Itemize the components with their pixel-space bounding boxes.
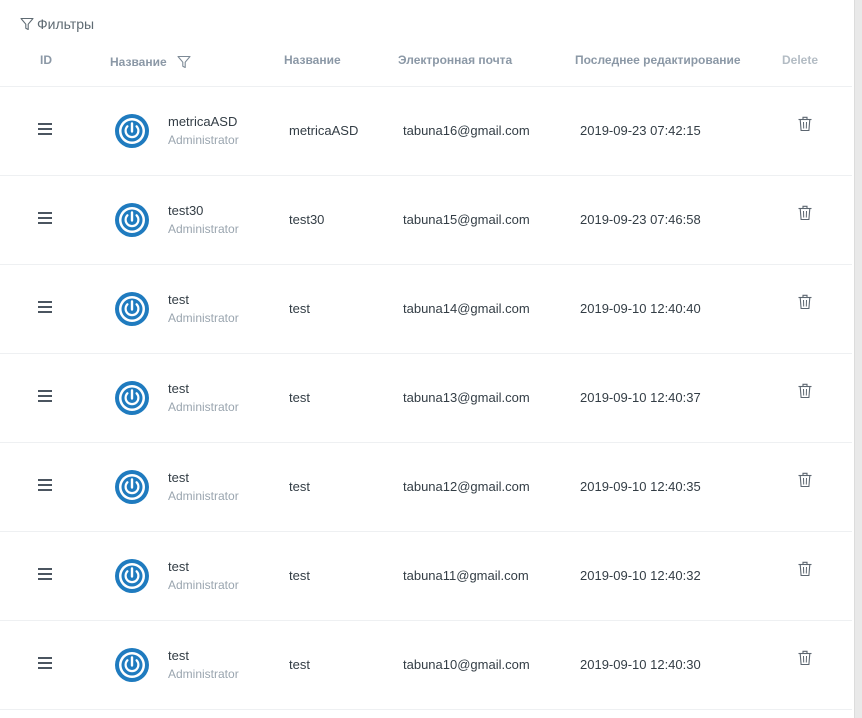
cell-last-edited: 2019-09-10 12:40:35 xyxy=(580,479,701,494)
cell-name: test xyxy=(289,568,310,583)
user-name-link[interactable]: test xyxy=(168,292,189,307)
user-name-link[interactable]: test xyxy=(168,381,189,396)
column-header-name-label: Название xyxy=(110,55,167,69)
user-name-link[interactable]: test xyxy=(168,470,189,485)
trash-icon[interactable] xyxy=(798,294,812,312)
filters-label: Фильтры xyxy=(37,16,95,32)
trash-icon[interactable] xyxy=(798,561,812,579)
trash-icon[interactable] xyxy=(798,650,812,668)
table-row: test Administrator test tabuna13@gmail.c… xyxy=(0,354,852,443)
power-icon xyxy=(115,381,149,415)
power-icon xyxy=(115,203,149,237)
filter-icon[interactable] xyxy=(177,55,191,69)
power-icon xyxy=(115,559,149,593)
table-row: test Administrator test tabuna11@gmail.c… xyxy=(0,532,852,621)
drag-handle-icon[interactable] xyxy=(38,301,52,313)
cell-name: test xyxy=(289,657,310,672)
power-icon xyxy=(115,114,149,148)
user-role: Administrator xyxy=(168,489,239,503)
table-row: test30 Administrator test30 tabuna15@gma… xyxy=(0,176,852,265)
user-name-link[interactable]: test xyxy=(168,648,189,663)
cell-name: test xyxy=(289,479,310,494)
cell-email: tabuna16@gmail.com xyxy=(403,123,530,138)
user-name-link[interactable]: metricaASD xyxy=(168,114,237,129)
user-role: Administrator xyxy=(168,133,239,147)
scrollbar[interactable] xyxy=(854,0,862,718)
drag-handle-icon[interactable] xyxy=(38,568,52,580)
cell-last-edited: 2019-09-10 12:40:37 xyxy=(580,390,701,405)
user-name-link[interactable]: test30 xyxy=(168,203,203,218)
user-role: Administrator xyxy=(168,400,239,414)
column-header-id[interactable]: ID xyxy=(40,53,52,67)
table-row: test Administrator test tabuna10@gmail.c… xyxy=(0,621,852,710)
cell-email: tabuna13@gmail.com xyxy=(403,390,530,405)
cell-email: tabuna11@gmail.com xyxy=(403,568,529,583)
user-name-link[interactable]: test xyxy=(168,559,189,574)
trash-icon[interactable] xyxy=(798,205,812,223)
column-header-name[interactable]: Название xyxy=(110,55,191,69)
cell-last-edited: 2019-09-23 07:42:15 xyxy=(580,123,701,138)
cell-name: test30 xyxy=(289,212,325,227)
column-header-email[interactable]: Электронная почта xyxy=(398,53,512,67)
power-icon xyxy=(115,470,149,504)
column-header-delete: Delete xyxy=(782,53,819,67)
cell-name: test xyxy=(289,301,310,316)
drag-handle-icon[interactable] xyxy=(38,657,52,669)
cell-email: tabuna15@gmail.com xyxy=(403,212,530,227)
column-header-last-edited[interactable]: Последнее редактирование xyxy=(575,53,741,67)
user-role: Administrator xyxy=(168,222,239,236)
cell-last-edited: 2019-09-10 12:40:40 xyxy=(580,301,701,316)
filter-icon xyxy=(20,17,34,31)
user-role: Administrator xyxy=(168,311,239,325)
trash-icon[interactable] xyxy=(798,472,812,490)
cell-name: metricaASD xyxy=(289,123,359,138)
filters-button[interactable]: Фильтры xyxy=(20,16,94,32)
table-row: test Administrator test tabuna14@gmail.c… xyxy=(0,265,852,354)
user-role: Administrator xyxy=(168,667,239,681)
drag-handle-icon[interactable] xyxy=(38,479,52,491)
cell-name: test xyxy=(289,390,310,405)
trash-icon[interactable] xyxy=(798,116,812,134)
table-header: ID Название Название Электронная почта П… xyxy=(0,48,852,87)
user-role: Administrator xyxy=(168,578,239,592)
drag-handle-icon[interactable] xyxy=(38,212,52,224)
table-row: test Administrator test tabuna12@gmail.c… xyxy=(0,443,852,532)
table-row: metricaASD Administrator metricaASD tabu… xyxy=(0,87,852,176)
cell-email: tabuna10@gmail.com xyxy=(403,657,530,672)
cell-last-edited: 2019-09-10 12:40:30 xyxy=(580,657,701,672)
power-icon xyxy=(115,648,149,682)
cell-last-edited: 2019-09-23 07:46:58 xyxy=(580,212,701,227)
drag-handle-icon[interactable] xyxy=(38,123,52,135)
cell-email: tabuna12@gmail.com xyxy=(403,479,530,494)
cell-email: tabuna14@gmail.com xyxy=(403,301,530,316)
power-icon xyxy=(115,292,149,326)
trash-icon[interactable] xyxy=(798,383,812,401)
cell-last-edited: 2019-09-10 12:40:32 xyxy=(580,568,701,583)
drag-handle-icon[interactable] xyxy=(38,390,52,402)
column-header-name-2[interactable]: Название xyxy=(284,53,341,67)
